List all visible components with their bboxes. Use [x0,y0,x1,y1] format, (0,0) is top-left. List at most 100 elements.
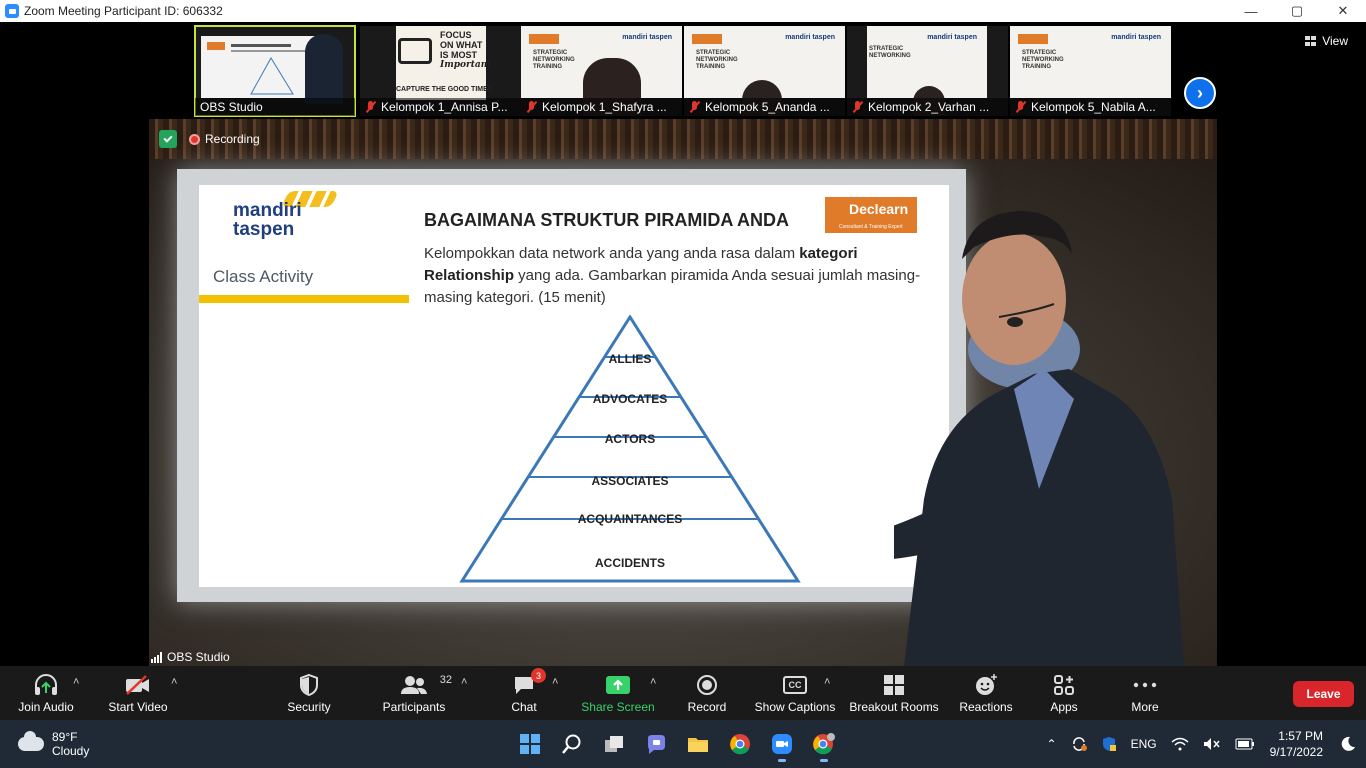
breakout-rooms-label: Breakout Rooms [849,700,939,714]
encryption-shield-icon[interactable] [159,130,177,148]
participant-name-row: Kelompok 5_Nabila A... [1010,98,1171,116]
participant-tile[interactable]: FOCUS ON WHAT IS MOST Important CAPTURE THE… [360,26,521,116]
presenter-image [894,211,1184,666]
speaker-name: OBS Studio [167,650,230,664]
participant-name: Kelompok 1_Shafyra ... [542,100,667,114]
participant-name: Kelompok 5_Nabila A... [1031,100,1156,114]
chrome-profile-button[interactable] [807,728,841,762]
view-button[interactable]: View [1305,34,1348,48]
defender-shield-icon[interactable] [1101,736,1117,752]
slide-logo [692,34,722,44]
camera-icon [398,38,432,64]
participant-tile[interactable]: STRATEGIC NETWORKING TRAINING mandiri tasp… [521,26,682,116]
search-button[interactable] [555,728,589,760]
slide-logo [1018,34,1048,44]
maximize-button[interactable]: ▢ [1274,0,1320,22]
captions-options-caret[interactable]: ˄ [824,676,830,688]
class-activity-label: Class Activity [213,267,314,286]
windows-logo-icon [520,734,540,754]
notifications-moon-icon[interactable] [1340,736,1356,752]
chat-options-caret[interactable]: ˄ [552,676,558,688]
pyramid-level: ADVOCATES [593,392,667,406]
relationship-pyramid: ALLIES ADVOCATES ACTORS ASSOCIATES ACQUA… [459,315,801,583]
recording-indicator[interactable]: Recording [189,132,260,146]
language-indicator[interactable]: ENG [1131,737,1157,751]
chat-label: Chat [511,700,537,714]
start-button[interactable] [513,728,547,760]
share-screen-icon [605,672,631,698]
chat-app-button[interactable] [639,728,673,760]
join-audio-button[interactable]: Join Audio [14,666,78,720]
next-page-button[interactable]: › [1184,77,1216,109]
participant-strip: OBS Studio FOCUS ON WHAT IS MOST Important … [0,22,1366,119]
share-options-caret[interactable]: ˄ [650,676,656,688]
minimize-button[interactable]: — [1228,0,1274,22]
breakout-rooms-button[interactable]: Breakout Rooms [848,666,940,720]
participant-tile[interactable]: STRATEGIC NETWORKING TRAINING mandiri tasp… [684,26,845,116]
thumb-slide-image [201,36,319,98]
poster-caption: CAPTURE THE GOOD TIMES [396,86,493,93]
participants-options-caret[interactable]: ˄ [461,676,467,688]
thumb-poster-image: FOCUS ON WHAT IS MOST Important CAPTURE THE… [396,26,492,100]
participant-tile[interactable]: STRATEGIC NETWORKING TRAINING mandiri tasp… [1010,26,1171,116]
clock-time: 1:57 PM [1278,729,1323,743]
participant-name-row: Kelompok 2_Varhan ... [847,98,1008,116]
reactions-button[interactable]: Reactions [956,666,1016,720]
main-video: Recording mandiri taspen Class Activity B… [149,119,1217,666]
more-button[interactable]: More [1124,666,1166,720]
chat-button[interactable]: 3 Chat [504,666,546,720]
mic-muted-icon [526,101,537,113]
mic-muted-icon [1015,101,1026,113]
file-explorer-button[interactable] [681,728,715,760]
pyramid-level: ALLIES [609,352,652,366]
participants-button[interactable]: 32 Participants [380,666,452,720]
show-captions-button[interactable]: CC Show Captions [754,666,836,720]
battery-icon[interactable] [1235,738,1255,750]
speaker-muted-icon[interactable] [1203,737,1221,751]
apps-button[interactable]: Apps [1044,666,1084,720]
accent-bar [199,295,409,303]
close-button[interactable]: ✕ [1320,0,1366,22]
poster-text: FOCUS ON WHAT IS MOST Important [440,30,492,70]
share-screen-button[interactable]: Share Screen [580,666,656,720]
projector-screen: mandiri taspen Class Activity BAGAIMANA S… [177,169,966,602]
zoom-button[interactable] [765,728,799,762]
record-button[interactable]: Record [684,666,730,720]
recording-label: Recording [205,132,260,146]
apps-icon [1053,672,1075,698]
slide-title: STRATEGIC NETWORKING TRAINING [533,50,575,70]
reactions-label: Reactions [959,700,1013,714]
video-options-caret[interactable]: ˄ [171,676,177,688]
speaker-name-label: OBS Studio [151,650,230,664]
start-video-button[interactable]: Start Video [106,666,170,720]
participant-tile[interactable]: STRATEGIC NETWORKING mandiri taspen Kelom… [847,26,1008,116]
more-dots-icon [1133,672,1157,698]
chrome-button[interactable] [723,728,757,760]
headphones-icon [33,672,59,698]
mic-muted-icon [852,101,863,113]
system-tray: ⌃ ENG 1:57 PM 9/17/2022 [1040,720,1366,768]
wifi-icon[interactable] [1171,737,1189,751]
security-button[interactable]: Security [280,666,338,720]
slide-instructions: Kelompokkan data network anda yang anda … [424,245,921,306]
sync-icon[interactable] [1071,736,1087,752]
thumb-presenter-image [305,34,343,104]
pyramid-level: ACTORS [605,432,655,446]
signal-bars-icon [151,651,162,663]
participant-name-row: Kelompok 1_Shafyra ... [521,98,682,116]
chrome-icon [813,733,835,755]
weather-widget[interactable]: 89°F Cloudy [18,730,89,758]
participant-name-row: Kelompok 5_Ananda ... [684,98,845,116]
participant-tile[interactable]: OBS Studio [194,25,356,117]
presentation-slide: mandiri taspen Class Activity BAGAIMANA S… [199,185,949,587]
leave-button[interactable]: Leave [1293,681,1354,707]
audio-options-caret[interactable]: ˄ [73,676,79,688]
thumb-slide-image: STRATEGIC NETWORKING TRAINING mandiri tasp… [1010,26,1171,98]
task-view-button[interactable] [597,728,631,760]
task-view-icon [605,736,623,752]
slide-brand: mandiri taspen [1111,34,1161,41]
smiley-icon [974,672,998,698]
slide-brand: mandiri taspen [927,34,977,41]
chevron-up-icon[interactable]: ⌃ [1047,737,1057,751]
clock[interactable]: 1:57 PM 9/17/2022 [1270,728,1323,760]
